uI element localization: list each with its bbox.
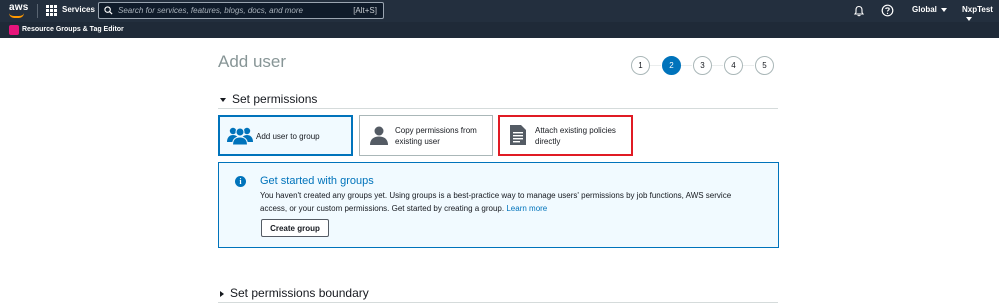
step-connector	[649, 65, 661, 66]
region-selector[interactable]: Global	[912, 5, 947, 14]
account-menu[interactable]: NxpTest	[962, 5, 999, 23]
services-menu-button[interactable]: Services	[62, 5, 95, 14]
section-divider	[218, 302, 778, 303]
info-description: You haven't created any groups yet. Usin…	[260, 189, 760, 215]
set-permissions-header[interactable]: Set permissions	[220, 92, 317, 106]
aws-logo-smile-icon	[9, 13, 24, 18]
help-icon[interactable]	[881, 4, 894, 17]
chevron-down-icon	[966, 16, 972, 21]
red-highlight-box	[498, 115, 633, 156]
step-connector	[680, 65, 692, 66]
search-bar[interactable]: [Alt+S]	[98, 2, 384, 19]
create-group-button[interactable]: Create group	[261, 219, 329, 237]
step-connector	[711, 65, 723, 66]
info-title: Get started with groups	[260, 175, 374, 187]
permissions-boundary-header[interactable]: Set permissions boundary	[220, 286, 369, 300]
region-label: Global	[912, 5, 937, 14]
add-user-to-group-label: Add user to group	[256, 132, 320, 141]
top-navigation-bar: aws Services [Alt+S] Global NxpTest	[0, 0, 999, 22]
step-3[interactable]: 3	[693, 56, 712, 75]
step-connector	[742, 65, 754, 66]
chevron-down-icon	[940, 7, 947, 12]
page-title: Add user	[218, 52, 287, 71]
section-divider	[218, 108, 778, 109]
step-2-current[interactable]: 2	[662, 56, 681, 75]
copy-permissions-label-line1: Copy permissions from	[395, 126, 477, 135]
get-started-info-panel: i Get started with groups You haven't cr…	[218, 162, 779, 248]
copy-permissions-option[interactable]: Copy permissions from existing user	[359, 115, 493, 156]
caret-right-icon	[220, 290, 224, 297]
info-text: You haven't created any groups yet. Usin…	[260, 191, 732, 213]
search-input[interactable]	[118, 4, 338, 17]
users-icon	[227, 127, 253, 146]
resource-groups-link[interactable]: Resource Groups & Tag Editor	[22, 26, 124, 33]
caret-down-icon	[220, 97, 226, 102]
grid-icon[interactable]	[46, 5, 57, 16]
set-permissions-label: Set permissions	[232, 92, 318, 106]
favorites-bar: Resource Groups & Tag Editor	[0, 22, 999, 38]
nav-divider	[37, 4, 38, 18]
aws-logo[interactable]: aws	[9, 2, 29, 13]
user-icon	[370, 126, 388, 145]
account-label: NxpTest	[962, 5, 993, 14]
step-4[interactable]: 4	[724, 56, 743, 75]
permissions-boundary-label: Set permissions boundary	[230, 286, 369, 300]
step-1[interactable]: 1	[631, 56, 650, 75]
step-5[interactable]: 5	[755, 56, 774, 75]
copy-permissions-label-line2: existing user	[395, 137, 440, 146]
info-icon: i	[235, 176, 246, 187]
learn-more-link[interactable]: Learn more	[506, 204, 547, 213]
resource-groups-icon	[9, 25, 19, 35]
search-shortcut-hint: [Alt+S]	[353, 6, 377, 15]
search-icon	[104, 6, 113, 15]
add-user-to-group-option[interactable]: Add user to group	[218, 115, 353, 156]
bell-icon[interactable]	[853, 5, 865, 17]
